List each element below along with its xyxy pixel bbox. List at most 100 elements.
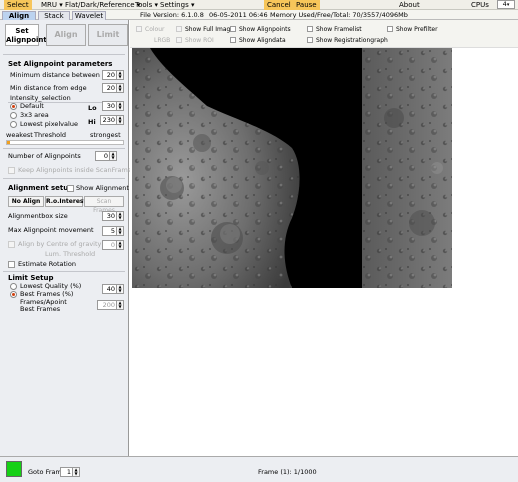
min-distance-label: Minimum distance between (10, 71, 100, 79)
divider (3, 54, 125, 55)
radio-lowest-quality[interactable] (10, 283, 17, 290)
show-registrationgraph-option[interactable]: Show Registrationgraph (307, 37, 388, 45)
tab-align[interactable]: Align (2, 11, 36, 20)
bottom-status-bar: Goto Frame 1 ▲ ▼ Frame (1): 1/1000 (0, 456, 518, 482)
subtab-limit[interactable]: Limit (88, 24, 128, 46)
box-size-spinner[interactable]: 30 ▲ ▼ (102, 211, 124, 221)
spinner-arrows-icon[interactable]: ▲ ▼ (110, 151, 117, 161)
min-edge-value[interactable]: 20 (102, 83, 117, 93)
menu-about[interactable]: About (396, 0, 423, 10)
goto-frame-spinner[interactable]: 1 ▲ ▼ (60, 467, 80, 477)
spinner-arrows-icon[interactable]: ▲ ▼ (117, 115, 124, 125)
best-frames-value[interactable]: 200 (97, 300, 117, 310)
lo-spinner[interactable]: 30 ▲ ▼ (102, 101, 124, 111)
show-roi-option[interactable]: Show ROI (176, 37, 214, 45)
strongest-label: strongest (90, 131, 121, 139)
lo-value[interactable]: 30 (102, 101, 117, 111)
spinner-arrows-icon[interactable]: ▲ ▼ (117, 101, 124, 111)
divider (3, 271, 125, 272)
hi-label: Hi (88, 118, 96, 126)
roi-button[interactable]: R.o.Interest (45, 196, 86, 207)
show-registrationgraph-checkbox[interactable] (307, 37, 313, 43)
view-options-bar: Colour LRGB Show Full Image Show ROI Sho… (130, 20, 518, 48)
lrgb-label: LRGB (154, 37, 171, 44)
colour-checkbox[interactable] (136, 26, 142, 32)
keep-alignpoints-checkbox[interactable] (8, 167, 15, 174)
cancel-button[interactable]: Cancel (264, 0, 294, 10)
threshold-slider-thumb[interactable] (7, 141, 10, 144)
spinner-arrows-icon[interactable]: ▲ ▼ (117, 83, 124, 93)
threshold-label: Threshold (34, 131, 67, 139)
min-distance-spinner[interactable]: 20 ▲ ▼ (102, 70, 124, 80)
estimate-rotation-label: Estimate Rotation (18, 260, 76, 268)
spinner-arrows-icon[interactable]: ▲ ▼ (73, 467, 80, 477)
radio-best-frames-pct[interactable] (10, 291, 17, 298)
subtab-align[interactable]: Align (46, 24, 86, 46)
goto-frame-value[interactable]: 1 (60, 467, 73, 477)
no-align-button[interactable]: No Align (8, 196, 44, 207)
max-movement-spinner[interactable]: 5 ▲ ▼ (102, 226, 124, 236)
max-movement-label: Max Alignpoint movement (8, 226, 94, 234)
hi-spinner[interactable]: 230 ▲ ▼ (100, 115, 124, 125)
frame-image[interactable] (132, 48, 452, 288)
menu-bar: Select MRU ▾ Flat/Dark/Reference ▾ Tools… (0, 0, 518, 10)
alignment-setup-header: Alignment setup (8, 184, 74, 192)
spinner-arrows-icon[interactable]: ▲ ▼ (117, 284, 124, 294)
chevron-down-icon: ▾ (190, 1, 195, 9)
show-prefilter-checkbox[interactable] (387, 26, 393, 32)
lrgb-option[interactable]: LRGB (154, 37, 170, 45)
show-full-image-checkbox[interactable] (176, 26, 182, 32)
centre-gravity-value[interactable]: 0 (102, 240, 117, 250)
best-frames-spinner[interactable]: 200 ▲ ▼ (97, 300, 124, 310)
menu-select[interactable]: Select (4, 0, 32, 10)
show-full-image-option[interactable]: Show Full Image (176, 26, 234, 34)
show-aligndata-label: Show Aligndata (239, 37, 286, 44)
spinner-arrows-icon[interactable]: ▲ ▼ (117, 211, 124, 221)
show-alignpoints-option[interactable]: Show Alignpoints (230, 26, 291, 34)
threshold-slider[interactable] (6, 140, 124, 145)
file-version: File Version: 6.1.0.8 (140, 11, 204, 19)
image-viewer: Colour LRGB Show Full Image Show ROI Sho… (130, 20, 518, 456)
number-alignpoints-value[interactable]: 0 (95, 151, 110, 161)
show-alignment-checkbox[interactable] (67, 185, 74, 192)
spinner-arrows-icon[interactable]: ▲ ▼ (117, 300, 124, 310)
box-size-value[interactable]: 30 (102, 211, 117, 221)
intensity-selection-label: Intensity_selection (10, 94, 71, 102)
memory-status: Memory Used/Free/Total: 70/3557/4096Mb (270, 11, 408, 19)
show-alignpoints-checkbox[interactable] (230, 26, 236, 32)
show-roi-label: Show ROI (185, 37, 214, 44)
divider (3, 178, 125, 179)
hi-value[interactable]: 230 (100, 115, 117, 125)
show-roi-checkbox[interactable] (176, 37, 182, 43)
pause-button[interactable]: Pause (293, 0, 320, 10)
estimate-rotation-checkbox[interactable] (8, 261, 15, 268)
max-movement-value[interactable]: 5 (102, 226, 117, 236)
box-size-label: Alignmentbox size (8, 212, 68, 220)
best-frames-pct-value[interactable]: 40 (102, 284, 117, 294)
colour-option[interactable]: Colour (136, 26, 164, 34)
scan-frames-button[interactable]: Scan Frames (84, 196, 124, 214)
subtab-set-alignpoints[interactable]: Set Alignpoints (5, 24, 51, 46)
show-prefilter-option[interactable]: Show Prefilter (387, 26, 438, 34)
centre-gravity-checkbox[interactable] (8, 241, 15, 248)
centre-gravity-spinner[interactable]: 0 ▲ ▼ (102, 240, 124, 250)
centre-gravity-label: Align by Centre of gravity (18, 240, 102, 248)
spinner-arrows-icon[interactable]: ▲ ▼ (117, 240, 124, 250)
menu-settings[interactable]: Settings ▾ (157, 0, 197, 10)
tab-wavelet[interactable]: Wavelet (72, 11, 106, 20)
show-framelist-checkbox[interactable] (307, 26, 313, 32)
radio-lowest-pixelvalue[interactable] (10, 121, 17, 128)
show-framelist-option[interactable]: Show Framelist (307, 26, 362, 34)
best-frames-pct-spinner[interactable]: 40 ▲ ▼ (102, 284, 124, 294)
spinner-arrows-icon[interactable]: ▲ ▼ (117, 226, 124, 236)
min-edge-spinner[interactable]: 20 ▲ ▼ (102, 83, 124, 93)
radio-3x3-area[interactable] (10, 112, 17, 119)
spinner-arrows-icon[interactable]: ▲ ▼ (117, 70, 124, 80)
min-distance-value[interactable]: 20 (102, 70, 117, 80)
cpus-select[interactable]: 4▾ (497, 0, 515, 9)
show-aligndata-option[interactable]: Show Aligndata (230, 37, 286, 45)
show-aligndata-checkbox[interactable] (230, 37, 236, 43)
tab-stack[interactable]: Stack (38, 11, 70, 20)
radio-default[interactable] (10, 103, 17, 110)
number-alignpoints-spinner[interactable]: 0 ▲ ▼ (95, 151, 117, 161)
